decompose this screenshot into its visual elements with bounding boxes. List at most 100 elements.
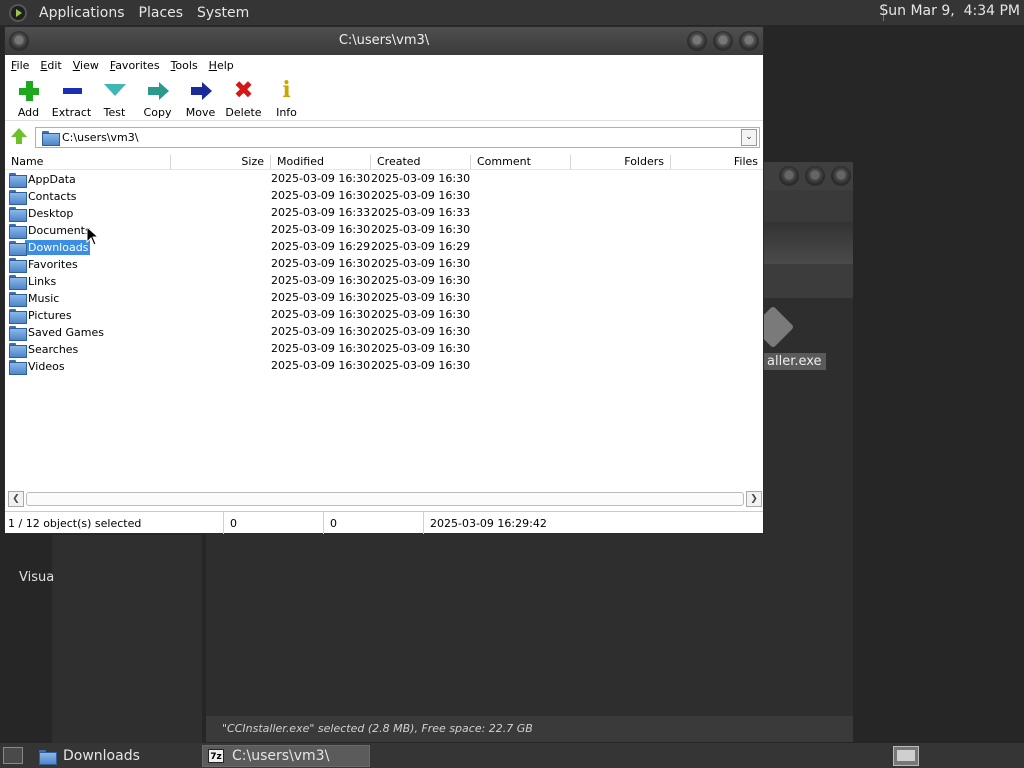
file-name[interactable]: AppData — [25, 172, 78, 187]
show-desktop-button[interactable] — [3, 747, 23, 764]
name-cell[interactable]: Downloads — [9, 239, 91, 256]
taskbar-item-label: C:\users\vm3\ — [232, 748, 330, 764]
horizontal-scrollbar[interactable]: ❮ ❯ — [8, 491, 762, 507]
window-titlebar[interactable]: C:\users\vm3\ — [5, 27, 763, 55]
delete-button[interactable]: ✖ Delete — [222, 75, 265, 121]
file-name[interactable]: Favorites — [25, 257, 80, 272]
up-folder-button[interactable] — [8, 127, 30, 147]
table-row[interactable]: Videos 2025-03-09 16:30 2025-03-09 16:30 — [5, 358, 763, 375]
table-row[interactable]: Contacts 2025-03-09 16:30 2025-03-09 16:30 — [5, 188, 763, 205]
table-row[interactable]: Music 2025-03-09 16:30 2025-03-09 16:30 — [5, 290, 763, 307]
name-cell[interactable]: Saved Games — [9, 324, 106, 341]
address-dropdown-button[interactable]: ⌄ — [741, 129, 757, 146]
folder-icon — [9, 241, 27, 256]
taskbar-item-7zip[interactable]: 7z C:\users\vm3\ — [202, 745, 370, 767]
modified-cell: 2025-03-09 16:30 — [271, 223, 371, 236]
info-button[interactable]: i Info — [265, 75, 308, 121]
address-field[interactable]: C:\users\vm3\ ⌄ — [35, 127, 760, 148]
name-cell[interactable]: Favorites — [9, 256, 80, 273]
system-menu[interactable]: System — [190, 5, 256, 21]
file-name[interactable]: Videos — [25, 359, 67, 374]
table-row[interactable]: Pictures 2025-03-09 16:30 2025-03-09 16:30 — [5, 307, 763, 324]
background-status-bar: "CCInstaller.exe" selected (2.8 MB), Fre… — [206, 716, 853, 742]
column-header-modified[interactable]: Modified — [271, 155, 371, 169]
name-cell[interactable]: Music — [9, 290, 61, 307]
bg-maximize-button[interactable] — [805, 166, 825, 186]
places-menu[interactable]: Places — [132, 5, 191, 21]
folder-icon — [9, 173, 27, 188]
extract-button[interactable]: Extract — [50, 75, 93, 121]
folder-icon — [42, 131, 60, 146]
copy-button[interactable]: Copy — [136, 75, 179, 121]
test-button[interactable]: Test — [93, 75, 136, 121]
menu-help[interactable]: Help — [204, 59, 240, 72]
table-row[interactable]: Favorites 2025-03-09 16:30 2025-03-09 16:3… — [5, 256, 763, 273]
scroll-left-button[interactable]: ❮ — [8, 491, 24, 507]
table-row[interactable]: Saved Games 2025-03-09 16:30 2025-03-09 16… — [5, 324, 763, 341]
table-row[interactable]: AppData 2025-03-09 16:30 2025-03-09 16:30 — [5, 171, 763, 188]
move-icon — [189, 79, 213, 103]
column-header-size[interactable]: Size — [171, 155, 271, 169]
created-cell: 2025-03-09 16:30 — [371, 342, 471, 355]
name-cell[interactable]: Desktop — [9, 205, 75, 222]
table-row[interactable]: Links 2025-03-09 16:30 2025-03-09 16:30 — [5, 273, 763, 290]
column-header-created[interactable]: Created — [371, 155, 471, 169]
close-button[interactable] — [739, 31, 759, 51]
menu-file[interactable]: File — [6, 59, 35, 72]
file-name[interactable]: Saved Games — [25, 325, 106, 340]
top-panel: Applications Places System Sun Mar 9, 4:… — [0, 0, 1024, 25]
file-name[interactable]: Searches — [25, 342, 80, 357]
file-list: AppData 2025-03-09 16:30 2025-03-09 16:30 C… — [5, 171, 763, 489]
name-cell[interactable]: Pictures — [9, 307, 74, 324]
maximize-button[interactable] — [713, 31, 733, 51]
address-text[interactable]: C:\users\vm3\ — [62, 131, 138, 144]
created-cell: 2025-03-09 16:30 — [371, 172, 471, 185]
file-name[interactable]: Pictures — [25, 308, 74, 323]
table-row[interactable]: Documents 2025-03-09 16:30 2025-03-09 16:3… — [5, 222, 763, 239]
taskbar-item-downloads[interactable]: Downloads — [34, 745, 198, 767]
status-separator — [423, 512, 424, 534]
clock[interactable]: Sun Mar 9, 4:34 PM — [879, 3, 1020, 19]
scroll-right-button[interactable]: ❯ — [746, 491, 762, 507]
menu-view[interactable]: View — [68, 59, 105, 72]
column-header-folders[interactable]: Folders — [571, 155, 671, 169]
table-row[interactable]: Desktop 2025-03-09 16:33 2025-03-09 16:33 — [5, 205, 763, 222]
file-name[interactable]: Desktop — [25, 206, 75, 221]
bg-close-button[interactable] — [831, 166, 851, 186]
name-cell[interactable]: Links — [9, 273, 58, 290]
modified-cell: 2025-03-09 16:30 — [271, 359, 371, 372]
exe-file-label[interactable]: aller.exe — [763, 353, 826, 370]
name-cell[interactable]: Searches — [9, 341, 80, 358]
column-header-comment[interactable]: Comment — [471, 155, 571, 169]
workspace-switcher-icon[interactable] — [893, 746, 919, 766]
table-row[interactable]: Searches 2025-03-09 16:30 2025-03-09 16:30 — [5, 341, 763, 358]
file-name[interactable]: Music — [25, 291, 61, 306]
bg-minimize-button[interactable] — [779, 166, 799, 186]
move-button[interactable]: Move — [179, 75, 222, 121]
applications-menu[interactable]: Applications — [32, 5, 132, 21]
folder-icon — [9, 275, 27, 290]
file-name[interactable]: Contacts — [25, 189, 79, 204]
name-cell[interactable]: Contacts — [9, 188, 79, 205]
scrollbar-thumb[interactable] — [26, 492, 744, 506]
column-header-name[interactable]: Name — [5, 155, 171, 169]
file-name[interactable]: Documents — [25, 223, 93, 238]
menu-edit[interactable]: Edit — [35, 59, 67, 72]
name-cell[interactable]: AppData — [9, 171, 78, 188]
name-cell[interactable]: Videos — [9, 358, 67, 375]
file-name[interactable]: Links — [25, 274, 58, 289]
test-icon — [103, 79, 127, 103]
created-cell: 2025-03-09 16:30 — [371, 308, 471, 321]
copy-icon — [146, 79, 170, 103]
mint-logo-icon[interactable] — [9, 3, 27, 22]
menu-tools[interactable]: Tools — [166, 59, 204, 72]
window-menu-button[interactable] — [9, 31, 29, 51]
minimize-button[interactable] — [687, 31, 707, 51]
name-cell[interactable]: Documents — [9, 222, 93, 239]
table-row[interactable]: Downloads 2025-03-09 16:29 2025-03-09 16:2… — [5, 239, 763, 256]
add-button[interactable]: Add — [7, 75, 50, 121]
file-name[interactable]: Downloads — [25, 240, 91, 255]
column-header-files[interactable]: Files — [671, 155, 764, 169]
menu-favorites[interactable]: Favorites — [105, 59, 166, 72]
folder-icon — [9, 258, 27, 273]
